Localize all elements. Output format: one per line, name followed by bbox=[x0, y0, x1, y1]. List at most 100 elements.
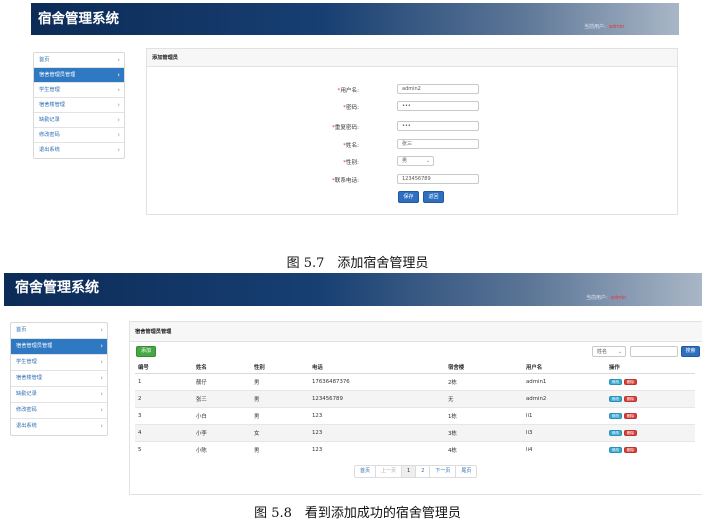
form-row-username: *用户名: admin2 bbox=[147, 84, 677, 96]
search-field-select[interactable]: 姓名 ⌄ bbox=[592, 346, 626, 357]
sidebar-item-absence[interactable]: 缺勤记录 › bbox=[34, 113, 124, 128]
cell-actions: 修改 删除 bbox=[606, 407, 695, 425]
cell-id: 3 bbox=[135, 407, 193, 425]
figure-caption-5-8: 图 5.8 看到添加成功的宿舍管理员 bbox=[254, 506, 461, 521]
edit-button[interactable]: 修改 bbox=[609, 412, 622, 420]
edit-button[interactable]: 修改 bbox=[609, 446, 622, 454]
cell-building: 4栋 bbox=[445, 441, 523, 458]
pagination-prev[interactable]: 上一页 bbox=[376, 466, 403, 477]
back-button[interactable]: 返回 bbox=[423, 191, 444, 203]
pagination-first[interactable]: 首页 bbox=[355, 466, 377, 477]
sidebar-item-students[interactable]: 学生管理 › bbox=[34, 83, 124, 98]
chevron-right-icon: › bbox=[100, 422, 103, 430]
edit-button[interactable]: 修改 bbox=[609, 378, 622, 386]
save-button[interactable]: 保存 bbox=[398, 191, 419, 203]
app-header: 宿舍管理系统 当前用户: admin bbox=[4, 273, 702, 306]
sidebar-item-absence[interactable]: 缺勤记录 › bbox=[11, 387, 107, 403]
sidebar-item-logout[interactable]: 退出系统 › bbox=[11, 419, 107, 435]
phone-input[interactable]: 123456789 bbox=[397, 174, 479, 184]
chevron-down-icon: ⌄ bbox=[425, 158, 430, 164]
delete-button[interactable]: 删除 bbox=[624, 446, 637, 454]
cell-gender: 男 bbox=[251, 441, 309, 458]
cell-name: 张三 bbox=[193, 390, 251, 408]
cell-name: 小陈 bbox=[193, 441, 251, 458]
sidebar-item-label: 缺勤记录 bbox=[39, 117, 60, 123]
sidebar-item-students[interactable]: 学生管理 › bbox=[11, 355, 107, 371]
cell-building: 3栋 bbox=[445, 424, 523, 442]
sidebar-item-password[interactable]: 修改密码 › bbox=[34, 128, 124, 143]
cell-username: admin2 bbox=[523, 390, 606, 408]
add-button[interactable]: 添加 bbox=[136, 346, 156, 357]
form-row-confirm-password: *重复密码: ••• bbox=[147, 121, 677, 133]
pagination-page-1[interactable]: 1 bbox=[402, 466, 417, 477]
column-header-building: 宿舍楼 bbox=[445, 360, 523, 374]
sidebar-item-home[interactable]: 首页 › bbox=[11, 323, 107, 339]
sidebar-item-label: 宿舍管理员管理 bbox=[39, 72, 76, 78]
pagination-last[interactable]: 尾页 bbox=[456, 466, 476, 477]
add-admin-panel: 添加管理员 *用户名: admin2 *密码: ••• *重复密码: ••• *… bbox=[146, 48, 678, 215]
current-user-name[interactable]: admin bbox=[609, 24, 625, 30]
chevron-down-icon: ⌄ bbox=[617, 349, 622, 355]
cell-name: 小李 bbox=[193, 424, 251, 442]
chevron-right-icon: › bbox=[117, 56, 120, 64]
name-input[interactable]: 张三 bbox=[397, 139, 479, 149]
cell-username: li3 bbox=[523, 424, 606, 442]
chevron-right-icon: › bbox=[117, 101, 120, 109]
sidebar-item-label: 退出系统 bbox=[16, 423, 37, 429]
search-input[interactable] bbox=[630, 346, 678, 357]
cell-phone: 123456789 bbox=[309, 390, 445, 408]
username-input[interactable]: admin2 bbox=[397, 84, 479, 94]
gender-select-value: 男 bbox=[402, 158, 408, 164]
edit-button[interactable]: 修改 bbox=[609, 429, 622, 437]
confirm-password-input[interactable]: ••• bbox=[397, 121, 479, 131]
current-user-label: 当前用户: bbox=[584, 24, 606, 30]
delete-button[interactable]: 删除 bbox=[624, 378, 637, 386]
sidebar-item-home[interactable]: 首页 › bbox=[34, 53, 124, 68]
cell-gender: 女 bbox=[251, 424, 309, 442]
pagination-next[interactable]: 下一页 bbox=[430, 466, 457, 477]
cell-id: 4 bbox=[135, 424, 193, 442]
panel-title: 添加管理员 bbox=[147, 49, 677, 67]
sidebar-item-password[interactable]: 修改密码 › bbox=[11, 403, 107, 419]
sidebar-item-dorm-admin[interactable]: 宿舍管理员管理 › bbox=[34, 68, 124, 83]
sidebar-item-label: 宿舍楼管理 bbox=[39, 102, 65, 108]
cell-building: 2栋 bbox=[445, 373, 523, 391]
cell-username: li1 bbox=[523, 407, 606, 425]
cell-phone: 123 bbox=[309, 441, 445, 458]
cell-actions: 修改 删除 bbox=[606, 441, 695, 458]
delete-button[interactable]: 删除 bbox=[624, 412, 637, 420]
sidebar-nav: 首页 › 宿舍管理员管理 › 学生管理 › 宿舍楼管理 › 缺勤记录 › 修改密码 › 退出… bbox=[33, 52, 125, 159]
password-input[interactable]: ••• bbox=[397, 101, 479, 111]
sidebar-item-buildings[interactable]: 宿舍楼管理 › bbox=[11, 371, 107, 387]
column-header-gender: 性别 bbox=[251, 360, 309, 374]
gender-label: *性别: bbox=[343, 160, 359, 166]
current-user: 当前用户: admin bbox=[584, 23, 624, 30]
edit-button[interactable]: 修改 bbox=[609, 395, 622, 403]
delete-button[interactable]: 删除 bbox=[624, 429, 637, 437]
sidebar-item-buildings[interactable]: 宿舍楼管理 › bbox=[34, 98, 124, 113]
cell-actions: 修改 删除 bbox=[606, 424, 695, 442]
column-header-username: 用户名 bbox=[523, 360, 606, 374]
cell-phone: 123 bbox=[309, 407, 445, 425]
cell-username: admin1 bbox=[523, 373, 606, 391]
chevron-right-icon: › bbox=[117, 131, 120, 139]
search-button[interactable]: 搜索 bbox=[681, 346, 700, 357]
cell-id: 2 bbox=[135, 390, 193, 408]
delete-button[interactable]: 删除 bbox=[624, 395, 637, 403]
sidebar-item-label: 学生管理 bbox=[39, 87, 60, 93]
current-user: 当前用户: admin bbox=[586, 294, 626, 301]
figure-caption-5-7: 图 5.7 添加宿舍管理员 bbox=[286, 256, 429, 271]
sidebar-item-dorm-admin[interactable]: 宿舍管理员管理 › bbox=[11, 339, 107, 355]
cell-gender: 男 bbox=[251, 407, 309, 425]
gender-select[interactable]: 男 ⌄ bbox=[397, 156, 434, 166]
current-user-name[interactable]: admin bbox=[611, 295, 627, 301]
current-user-label: 当前用户: bbox=[586, 295, 608, 301]
cell-name: 靓仔 bbox=[193, 373, 251, 391]
table-row: 4 小李 女 123 3栋 li3 修改 删除 bbox=[135, 424, 695, 442]
form-row-name: *姓名: 张三 bbox=[147, 139, 677, 151]
pagination-page-2[interactable]: 2 bbox=[416, 466, 431, 477]
sidebar-item-logout[interactable]: 退出系统 › bbox=[34, 143, 124, 158]
cell-phone: 17636487376 bbox=[309, 373, 445, 391]
column-header-id: 编号 bbox=[135, 360, 193, 374]
sidebar-item-label: 修改密码 bbox=[39, 132, 60, 138]
